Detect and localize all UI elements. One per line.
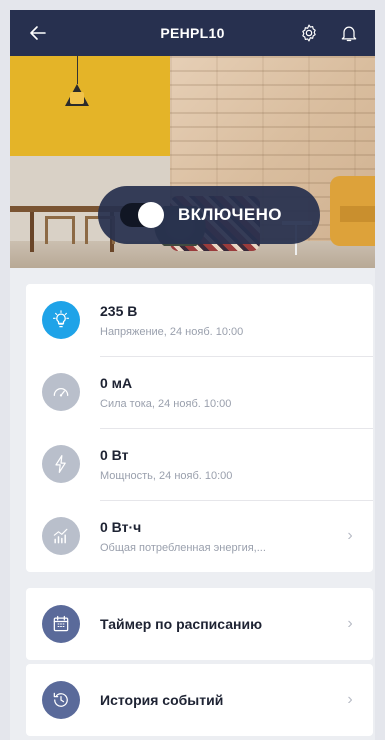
lightbulb-icon: [52, 310, 70, 328]
metric-value: 0 мА: [100, 374, 133, 391]
calendar-icon: [53, 615, 69, 632]
power-switch[interactable]: [120, 202, 164, 228]
chevron-right-icon: ›: [347, 691, 353, 708]
photo-lamp-wire: [77, 56, 78, 84]
metric-value: 0 Вт: [100, 446, 129, 463]
schedule-icon-wrap: [42, 605, 80, 643]
schedule-label: Таймер по расписанию: [100, 616, 263, 632]
metric-value: 0 Вт·ч: [100, 518, 142, 535]
current-icon-wrap: [42, 373, 80, 411]
metric-voltage: 235 В Напряжение, 24 нояб. 10:00: [26, 284, 373, 356]
metric-caption: Общая потребленная энергия,...: [100, 541, 266, 554]
metric-energy[interactable]: 0 Вт·ч Общая потребленная энергия,... ›: [26, 500, 373, 572]
power-toggle[interactable]: ВКЛЮЧЕНО: [98, 186, 320, 244]
metric-caption: Мощность, 24 нояб. 10:00: [100, 469, 233, 482]
metric-current: 0 мА Сила тока, 24 нояб. 10:00: [26, 356, 373, 428]
metric-caption: Сила тока, 24 нояб. 10:00: [100, 397, 232, 410]
arrow-left-icon: [30, 26, 46, 40]
chevron-right-icon: ›: [347, 527, 353, 544]
clock-history-icon: [53, 692, 68, 707]
settings-button[interactable]: [295, 19, 323, 47]
power-icon-wrap: [42, 445, 80, 483]
history-row[interactable]: История событий ›: [26, 664, 373, 736]
history-label: История событий: [100, 692, 224, 708]
photo-wall-yellow: [10, 56, 170, 156]
photo-armchair-arm: [340, 206, 375, 222]
history-icon-wrap: [42, 681, 80, 719]
switch-knob: [138, 202, 164, 228]
bar-chart-icon: [53, 528, 68, 544]
notifications-button[interactable]: [335, 19, 363, 47]
power-state-label: ВКЛЮЧЕНО: [178, 205, 282, 224]
gear-icon: [302, 24, 316, 42]
photo-table-leg: [30, 212, 34, 252]
metric-caption: Напряжение, 24 нояб. 10:00: [100, 325, 244, 338]
back-button[interactable]: [24, 19, 52, 47]
device-photo: ВКЛЮЧЕНО: [10, 56, 375, 268]
content-area: 235 В Напряжение, 24 нояб. 10:00 0 мА Си…: [10, 268, 375, 740]
metric-power: 0 Вт Мощность, 24 нояб. 10:00: [26, 428, 373, 500]
schedule-card[interactable]: Таймер по расписанию ›: [26, 588, 373, 660]
gauge-icon: [53, 388, 69, 397]
app-header: PEHPL10: [10, 10, 375, 56]
metrics-card: 235 В Напряжение, 24 нояб. 10:00 0 мА Си…: [26, 284, 373, 572]
energy-icon-wrap: [42, 517, 80, 555]
photo-chair: [45, 216, 75, 244]
photo-lamp-light: [70, 92, 84, 104]
bell-icon: [341, 26, 357, 42]
chevron-right-icon: ›: [347, 615, 353, 632]
voltage-icon-wrap: [42, 301, 80, 339]
history-card[interactable]: История событий ›: [26, 664, 373, 736]
metric-value: 235 В: [100, 302, 138, 319]
schedule-row[interactable]: Таймер по расписанию ›: [26, 588, 373, 660]
lightning-icon: [55, 455, 66, 473]
